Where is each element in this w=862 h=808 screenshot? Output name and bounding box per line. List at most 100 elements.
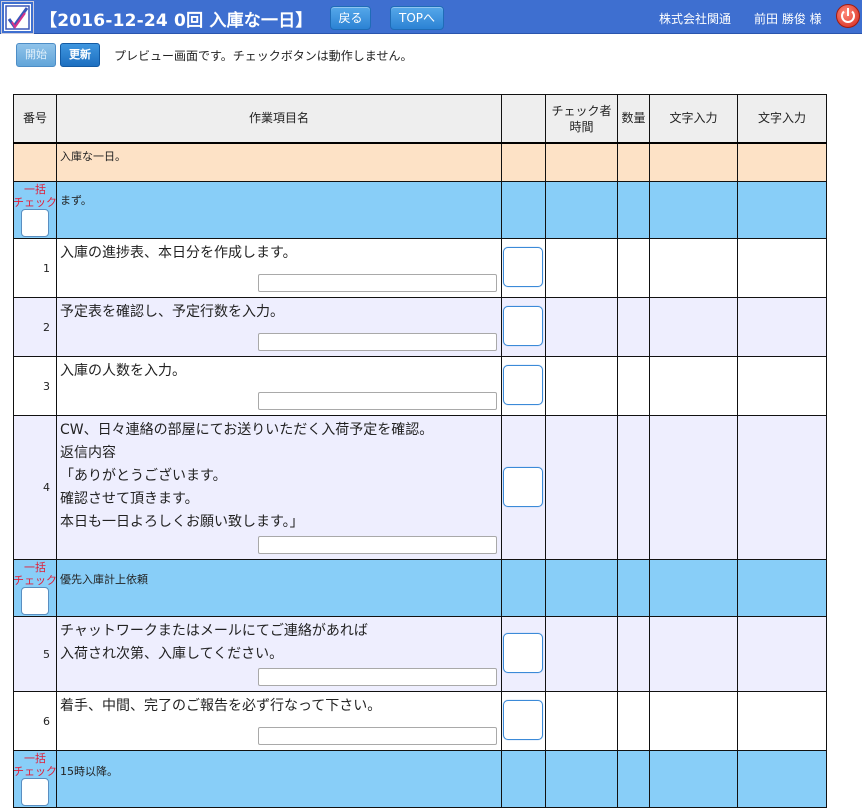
qty-cell <box>617 356 650 416</box>
col-header-checker: チェック者 時間 <box>545 94 618 144</box>
bulk-check-cell: 一括 チェック <box>13 181 57 239</box>
item-number: 1 <box>13 238 57 298</box>
check-button[interactable] <box>503 365 543 405</box>
text2-cell <box>737 297 827 357</box>
qty-cell <box>617 691 650 751</box>
section-label: 優先入庫計上依頼 <box>56 559 502 617</box>
check-button[interactable] <box>503 467 543 507</box>
note-input[interactable] <box>258 727 497 745</box>
bulk-check-label-line1: 一括 <box>24 752 46 765</box>
check-cell <box>501 297 546 357</box>
col-header-name: 作業項目名 <box>56 94 502 144</box>
text1-cell <box>649 691 738 751</box>
note-input[interactable] <box>258 274 497 292</box>
top-button[interactable]: TOPへ <box>390 6 444 30</box>
bulk-check-label-line1: 一括 <box>24 183 46 196</box>
item-text-line: 入荷され次第、入庫してください。 <box>60 646 284 662</box>
section-row: 一括 チェック まず。 <box>13 181 827 239</box>
header-bar: 【2016-12-24 0回 入庫な一日】 戻る TOPへ 株式会社関通 前田 … <box>0 0 862 34</box>
bulk-check-label-line2: チェック <box>13 574 57 587</box>
checkmark-logo-icon[interactable] <box>1 1 34 34</box>
check-button[interactable] <box>503 306 543 346</box>
item-name: 入庫の進捗表、本日分を作成します。 <box>56 238 502 298</box>
check-button[interactable] <box>503 633 543 673</box>
table-row: 3 入庫の人数を入力。 <box>13 356 827 416</box>
bulk-check-label: 一括 チェック <box>13 183 57 209</box>
section-label: まず。 <box>56 181 502 239</box>
text1-cell <box>649 297 738 357</box>
start-button[interactable]: 開始 <box>16 43 56 67</box>
qty-cell <box>617 415 650 560</box>
table-row: 1 入庫の進捗表、本日分を作成します。 <box>13 238 827 298</box>
bulk-check-button[interactable] <box>21 209 49 237</box>
text1-cell <box>649 415 738 560</box>
item-name: 予定表を確認し、予定行数を入力。 <box>56 297 502 357</box>
checker-time-cell <box>545 238 618 298</box>
col-header-text1: 文字入力 <box>649 94 738 144</box>
check-button[interactable] <box>503 700 543 740</box>
bulk-check-label-line1: 一括 <box>24 561 46 574</box>
note-input[interactable] <box>258 333 497 351</box>
item-text-line: 本日も一日よろしくお願い致します。」 <box>60 514 304 530</box>
bulk-check-label: 一括 チェック <box>13 752 57 778</box>
item-number-text: 4 <box>43 481 50 494</box>
text1-cell <box>649 616 738 692</box>
item-text-line: 入庫の進捗表、本日分を作成します。 <box>60 245 297 261</box>
bulk-check-button[interactable] <box>21 778 49 806</box>
col-header-num: 番号 <box>13 94 57 144</box>
section-row: 一括 チェック 15時以降。 <box>13 750 827 808</box>
section-label: 15時以降。 <box>56 750 502 808</box>
bulk-check-button[interactable] <box>21 587 49 615</box>
page-title: 【2016-12-24 0回 入庫な一日】 <box>40 11 313 31</box>
section-row: 一括 チェック 優先入庫計上依頼 <box>13 559 827 617</box>
item-text-line: 着手、中間、完了のご報告を必ず行なって下さい。 <box>60 698 382 714</box>
update-button[interactable]: 更新 <box>60 43 100 67</box>
bulk-check-cell: 一括 チェック <box>13 559 57 617</box>
item-number-text: 2 <box>43 320 50 334</box>
qty-cell <box>617 238 650 298</box>
item-number-text: 1 <box>43 261 50 275</box>
checker-time-cell <box>545 356 618 416</box>
checker-time-cell <box>545 415 618 560</box>
item-text-line: チャットワークまたはメールにてご連絡があれば <box>60 623 368 639</box>
text2-cell <box>737 356 827 416</box>
item-name: 着手、中間、完了のご報告を必ず行なって下さい。 <box>56 691 502 751</box>
checker-time-cell <box>545 691 618 751</box>
bulk-check-label-line2: チェック <box>13 765 57 778</box>
back-button[interactable]: 戻る <box>330 6 371 30</box>
item-number: 3 <box>13 356 57 416</box>
title-row-label: 入庫な一日。 <box>56 142 502 182</box>
item-number: 4 <box>13 415 57 560</box>
col-header-check <box>501 94 546 144</box>
qty-cell <box>617 297 650 357</box>
text1-cell <box>649 238 738 298</box>
note-input[interactable] <box>258 536 497 554</box>
note-input[interactable] <box>258 668 497 686</box>
col-header-qty: 数量 <box>617 94 650 144</box>
power-icon[interactable] <box>836 4 860 28</box>
item-text-line: 予定表を確認し、予定行数を入力。 <box>60 304 284 320</box>
bulk-check-label-line2: チェック <box>13 196 57 209</box>
check-button[interactable] <box>503 247 543 287</box>
text2-cell <box>737 415 827 560</box>
text2-cell <box>737 691 827 751</box>
item-number-text: 5 <box>43 647 50 661</box>
item-name: 入庫の人数を入力。 <box>56 356 502 416</box>
checker-time-cell <box>545 616 618 692</box>
table-row: 5 チャットワークまたはメールにてご連絡があれば 入荷され次第、入庫してください… <box>13 616 827 692</box>
user-name: 前田 勝俊 様 <box>754 12 822 26</box>
check-cell <box>501 356 546 416</box>
item-text-line: CW、日々連絡の部屋にてお送りいただく入荷予定を確認。 <box>60 422 434 438</box>
qty-cell <box>617 616 650 692</box>
check-cell <box>501 238 546 298</box>
item-number-text: 3 <box>43 379 50 393</box>
note-input[interactable] <box>258 392 497 410</box>
checker-time-cell <box>545 297 618 357</box>
text2-cell <box>737 238 827 298</box>
bulk-check-label: 一括 チェック <box>13 561 57 587</box>
item-name: CW、日々連絡の部屋にてお送りいただく入荷予定を確認。 返信内容 「ありがとうご… <box>56 415 502 560</box>
item-number: 6 <box>13 691 57 751</box>
item-text-line: 「ありがとうございます。 <box>60 468 227 484</box>
table-header-row: 番号 作業項目名 チェック者 時間 数量 文字入力 文字入力 <box>13 94 827 144</box>
item-text-line: 返信内容 <box>60 445 116 461</box>
